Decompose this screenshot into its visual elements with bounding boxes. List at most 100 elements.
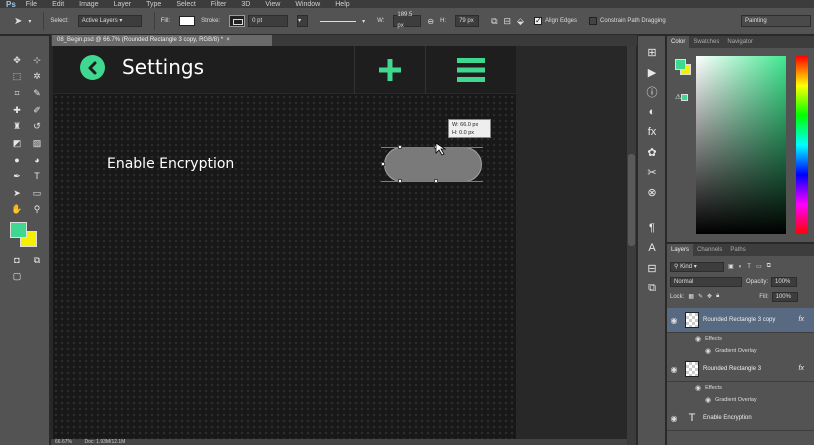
height-field[interactable]: 79 px	[455, 15, 480, 27]
anchor-point[interactable]	[434, 179, 438, 183]
lock-position-icon[interactable]: ✥	[707, 293, 712, 300]
workspace-dropdown[interactable]: Painting	[741, 15, 811, 27]
align-edges-checkbox[interactable]	[533, 16, 542, 25]
constrain-checkbox[interactable]	[589, 17, 597, 25]
menu-help[interactable]: Help	[335, 1, 349, 8]
stroke-type-chevron-icon[interactable]: ▾	[362, 18, 365, 25]
tab-layers[interactable]: Layers	[667, 244, 694, 256]
pixel-filter-icon[interactable]: ▣	[728, 263, 734, 270]
menu-window[interactable]: Window	[295, 1, 320, 8]
styles-panel-icon[interactable]: fx	[638, 122, 666, 142]
visibility-eye-icon[interactable]: ◉	[667, 414, 681, 423]
menu-view[interactable]: View	[265, 1, 280, 8]
path-alignment-icon[interactable]: ⊟	[504, 16, 512, 27]
layer-row[interactable]: ◉ T Enable Encryption	[667, 406, 814, 431]
scrollbar-thumb[interactable]	[628, 154, 635, 246]
adjustment-filter-icon[interactable]: ◐	[739, 264, 743, 270]
character-panel-icon[interactable]: A	[638, 238, 666, 258]
magic-wand-tool-icon[interactable]: ✲	[27, 69, 47, 86]
hue-slider[interactable]	[796, 56, 808, 234]
document-tab[interactable]: 08_Begin.psd @ 66.7% (Rounded Rectangle …	[52, 35, 272, 46]
close-tab-icon[interactable]: ×	[226, 37, 230, 43]
brush-panel-icon[interactable]: ✿	[638, 142, 666, 162]
dodge-tool-icon[interactable]: ◕	[27, 152, 47, 169]
menu-filter[interactable]: Filter	[211, 1, 227, 8]
zoom-tool-icon[interactable]: ⚲	[27, 201, 47, 218]
fx-icon[interactable]: fx	[799, 316, 804, 323]
crop-tool-icon[interactable]: ⌗	[7, 85, 27, 102]
effect-row[interactable]: ◉ Gradient Overlay	[667, 345, 814, 357]
align-edges-option[interactable]: Align Edges	[533, 16, 577, 25]
brush-tool-icon[interactable]: ✐	[27, 102, 47, 119]
fill-field[interactable]: 100%	[771, 291, 798, 302]
fx-icon[interactable]: fx	[799, 365, 804, 372]
foreground-color-swatch[interactable]	[10, 221, 27, 238]
quick-mask-icon[interactable]: ◘	[7, 252, 27, 269]
shape-tool-icon[interactable]: ▭	[27, 185, 47, 202]
glyphs-panel-icon[interactable]: ⊟	[638, 258, 666, 278]
constrain-option[interactable]: Constrain Path Dragging	[589, 17, 666, 25]
info-panel-icon[interactable]: ⓘ	[638, 82, 666, 102]
shape-filter-icon[interactable]: ▭	[756, 263, 762, 270]
artboard-tool-icon[interactable]: ⊹	[27, 52, 47, 69]
design-canvas[interactable]: Settings Enable Encryption W: 66.0 px H:…	[53, 46, 516, 439]
path-selection-tool-icon[interactable]: ➤	[7, 185, 27, 202]
anchor-point[interactable]	[398, 179, 402, 183]
anchor-point[interactable]	[398, 145, 402, 149]
edit-toolbar-icon[interactable]: ▢	[7, 269, 27, 286]
gradient-tool-icon[interactable]: ▨	[27, 135, 47, 152]
web-safe-swatch[interactable]	[681, 94, 688, 101]
opacity-field[interactable]: 100%	[771, 276, 798, 287]
stroke-type-line[interactable]	[320, 20, 357, 22]
menu-3d[interactable]: 3D	[241, 1, 250, 8]
lock-transparency-icon[interactable]: ▦	[688, 293, 694, 300]
add-button[interactable]	[355, 46, 425, 94]
type-filter-icon[interactable]: T	[747, 264, 751, 270]
lock-pixels-icon[interactable]: ✎	[698, 293, 703, 300]
visibility-eye-icon[interactable]: ◉	[705, 347, 711, 355]
layer-name[interactable]: Enable Encryption	[703, 415, 752, 421]
select-dropdown[interactable]: Active Layers ▾	[77, 15, 142, 27]
tab-channels[interactable]: Channels	[693, 244, 726, 256]
actions-panel-icon[interactable]: ▶	[638, 62, 666, 82]
layer-row[interactable]: ◉ Rounded Rectangle 3 fx	[667, 357, 814, 382]
hand-tool-icon[interactable]: ✋	[7, 201, 27, 218]
smart-object-filter-icon[interactable]: ⧉	[767, 263, 771, 270]
move-tool-icon[interactable]: ✥	[7, 52, 27, 69]
adjustments-panel-icon[interactable]: ◐	[638, 102, 666, 122]
visibility-eye-icon[interactable]: ◉	[695, 335, 701, 343]
tab-paths[interactable]: Paths	[726, 244, 749, 256]
paragraph-panel-icon[interactable]: ¶	[638, 218, 666, 238]
back-button[interactable]	[80, 55, 105, 80]
stroke-size-field[interactable]: 0 pt	[248, 15, 289, 27]
blend-mode-dropdown[interactable]: Normal	[670, 276, 742, 287]
stroke-size-dropdown[interactable]: ▾	[297, 15, 309, 27]
tab-swatches[interactable]: Swatches	[689, 36, 723, 48]
lock-all-icon[interactable]: 🔒︎	[716, 293, 719, 300]
clone-source-icon[interactable]: ⊗	[638, 182, 666, 202]
visibility-eye-icon[interactable]: ◉	[705, 396, 711, 404]
history-brush-tool-icon[interactable]: ↺	[27, 118, 47, 135]
marquee-tool-icon[interactable]: ⬚	[7, 69, 27, 86]
menu-image[interactable]: Image	[79, 1, 98, 8]
blur-tool-icon[interactable]: ●	[7, 152, 27, 169]
encryption-toggle[interactable]	[384, 147, 482, 182]
canvas-vertical-scrollbar[interactable]	[627, 46, 636, 445]
tool-preset-chevron-icon[interactable]: ▾	[28, 18, 31, 25]
type-tool-icon[interactable]: T	[27, 168, 47, 185]
screen-mode-icon[interactable]: ⧉	[27, 252, 47, 269]
panel-foreground-swatch[interactable]	[675, 59, 686, 70]
layer-row[interactable]: ◉ Rounded Rectangle 3 copy fx	[667, 308, 814, 333]
tab-navigator[interactable]: Navigator	[723, 36, 757, 48]
zoom-level[interactable]: 66.67%	[55, 439, 72, 445]
menu-type[interactable]: Type	[146, 1, 161, 8]
eyedropper-tool-icon[interactable]: ✎	[27, 85, 47, 102]
hamburger-menu-button[interactable]	[426, 46, 516, 94]
menu-file[interactable]: File	[26, 1, 37, 8]
clone-stamp-tool-icon[interactable]: ♜	[7, 118, 27, 135]
pen-tool-icon[interactable]: ✒	[7, 168, 27, 185]
layer-name[interactable]: Rounded Rectangle 3 copy	[703, 317, 775, 323]
menu-edit[interactable]: Edit	[52, 1, 64, 8]
stroke-swatch[interactable]	[229, 15, 246, 27]
healing-brush-tool-icon[interactable]: ✚	[7, 102, 27, 119]
